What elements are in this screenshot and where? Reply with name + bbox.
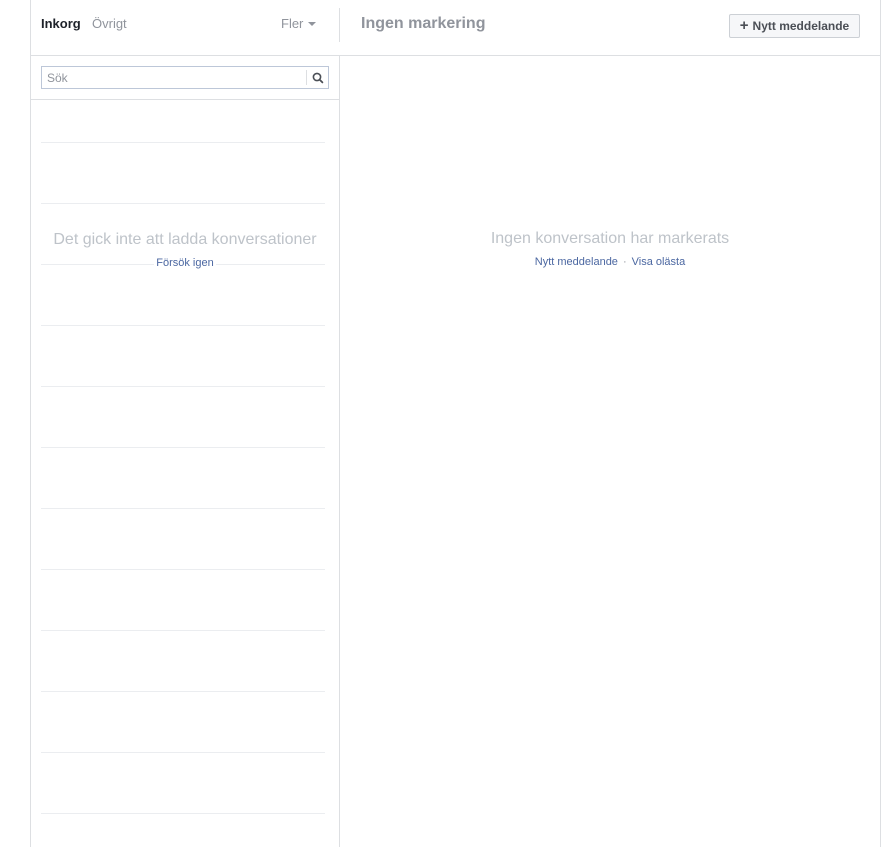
header-column-divider: [339, 8, 340, 42]
thread-title: Ingen markering: [361, 15, 486, 32]
tab-other[interactable]: Övrigt: [92, 16, 127, 32]
action-separator: ·: [622, 256, 627, 268]
list-row-divider: [41, 203, 325, 204]
retry-link[interactable]: Försök igen: [154, 257, 216, 269]
list-row-divider: [41, 508, 325, 509]
search-icon[interactable]: [310, 70, 326, 86]
new-message-label: Nytt meddelande: [752, 19, 850, 33]
list-row-divider: [41, 447, 325, 448]
new-message-link[interactable]: Nytt meddelande: [535, 256, 618, 268]
list-row-divider: [41, 142, 325, 143]
list-row-divider: [41, 752, 325, 753]
header-divider: [31, 55, 880, 56]
plus-icon: +: [739, 17, 749, 34]
messenger-app: Inkorg Övrigt Fler Ingen markering + Nytt…: [0, 0, 888, 847]
more-label: Fler: [281, 16, 304, 31]
search-box: [41, 66, 329, 89]
list-row-divider: [41, 691, 325, 692]
retry-link-container: Försök igen: [31, 256, 339, 270]
frame-right-border: [880, 0, 881, 847]
load-error-message: Det gick inte att ladda konversationer: [53, 231, 317, 248]
search-input[interactable]: [42, 67, 306, 88]
more-dropdown[interactable]: Fler: [281, 16, 317, 32]
frame-left-border: [30, 0, 31, 847]
no-selection-message: Ingen konversation har markerats: [490, 230, 730, 247]
list-row-divider: [41, 813, 325, 814]
new-message-button[interactable]: + Nytt meddelande: [729, 14, 860, 38]
show-unread-link[interactable]: Visa olästa: [632, 256, 686, 268]
caret-down-icon: [308, 21, 317, 26]
search-separator: [306, 70, 307, 85]
column-divider: [339, 56, 340, 847]
empty-state-actions: Nytt meddelande · Visa olästa: [340, 255, 880, 269]
tab-inbox[interactable]: Inkorg: [41, 16, 81, 32]
search-divider: [31, 99, 339, 100]
list-row-divider: [41, 569, 325, 570]
list-row-divider: [41, 630, 325, 631]
list-row-divider: [41, 325, 325, 326]
list-row-divider: [41, 386, 325, 387]
